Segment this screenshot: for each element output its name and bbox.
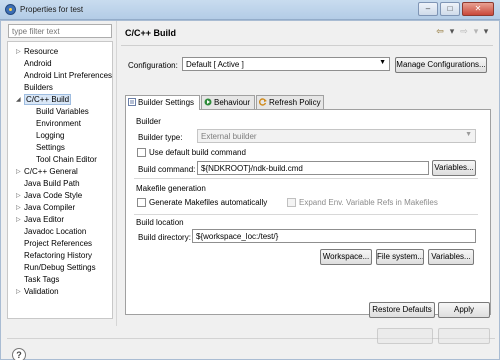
cancel-button[interactable] [438,328,490,344]
expand-arrow-icon[interactable]: ▷ [16,166,21,178]
tab-refresh-policy[interactable]: Refresh Policy [256,95,324,109]
forward-arrow-icon[interactable]: ⇨ [458,26,470,37]
build-directory-input[interactable]: ${workspace_loc:/test/} [192,229,476,243]
build-directory-label: Build directory: [138,233,191,242]
filter-input[interactable] [8,24,112,38]
tree-item-cpp-general[interactable]: ▷ C/C++ General [16,166,78,178]
back-menu-icon[interactable]: ▾ [449,26,455,37]
tab-behaviour[interactable]: Behaviour [201,95,255,109]
tree-item-java-editor[interactable]: ▷ Java Editor [16,214,64,226]
back-arrow-icon[interactable]: ⇦ [434,26,446,37]
build-command-input[interactable]: ${NDKROOT}/ndk-build.cmd [197,161,429,175]
manage-configurations-button[interactable]: Manage Configurations... [395,57,487,73]
expand-arrow-icon[interactable]: ▷ [16,46,21,58]
dropdown-arrow-icon: ▼ [465,131,472,138]
expand-arrow-icon[interactable]: ▷ [16,286,21,298]
collapse-arrow-icon[interactable]: ◢ [16,94,21,106]
builder-variables-button[interactable]: Variables... [432,160,476,176]
tree-item-java-build-path[interactable]: Java Build Path [24,178,80,190]
build-command-value: ${NDKROOT}/ndk-build.cmd [201,164,303,173]
tree-item-android-lint[interactable]: Android Lint Preferences [24,70,112,82]
workspace-button[interactable]: Workspace... [320,249,372,265]
tree-item-project-references[interactable]: Project References [24,238,92,250]
maximize-button[interactable]: □ [440,2,460,16]
location-variables-button[interactable]: Variables... [428,249,474,265]
group-separator [134,214,478,215]
tree-item-builders[interactable]: Builders [24,82,53,94]
tree-item-build-variables[interactable]: Build Variables [36,106,89,118]
makefile-section-title: Makefile generation [136,184,206,193]
expand-arrow-icon[interactable]: ▷ [16,202,21,214]
view-menu-icon[interactable]: ▾ [482,26,490,37]
forward-menu-icon[interactable]: ▾ [473,26,479,37]
tree-item-java-code-style[interactable]: ▷ Java Code Style [16,190,82,202]
tree-item-cpp-build[interactable]: ◢ C/C++ Build [16,94,72,106]
tree-item-refactoring-history[interactable]: Refactoring History [24,250,92,262]
use-default-command-label: Use default build command [149,148,246,157]
window-controls: – □ ✕ [418,2,494,16]
minimize-button[interactable]: – [418,2,438,16]
builder-type-value: External builder [201,132,257,141]
expand-arrow-icon[interactable]: ▷ [16,190,21,202]
tree-item-environment[interactable]: Environment [36,118,81,130]
window-title: Properties for test [20,5,84,14]
property-page-tree: ▷ Resource Android Android Lint Preferenc… [7,41,113,319]
tree-item-java-compiler[interactable]: ▷ Java Compiler [16,202,75,214]
tree-item-run-debug-settings[interactable]: Run/Debug Settings [24,262,96,274]
configuration-select[interactable]: Default [ Active ] ▼ [182,57,390,71]
expand-env-vars-checkbox[interactable] [287,198,296,207]
file-system-button[interactable]: File system... [376,249,424,265]
build-command-label: Build command: [138,165,196,174]
generate-makefiles-label: Generate Makefiles automatically [149,198,268,207]
tree-item-settings[interactable]: Settings [36,142,65,154]
help-icon[interactable]: ? [12,348,26,360]
configuration-value: Default [ Active ] [186,60,244,69]
ok-button[interactable] [377,328,433,344]
tab-builder-settings[interactable]: Builder Settings [125,95,200,110]
group-separator [134,178,478,179]
tree-item-logging[interactable]: Logging [36,130,64,142]
configuration-label: Configuration: [128,61,178,70]
tree-item-tool-chain-editor[interactable]: Tool Chain Editor [36,154,97,166]
pane-splitter[interactable] [116,21,117,326]
builder-type-select: External builder ▼ [197,129,476,143]
close-window-button[interactable]: ✕ [462,2,494,16]
build-location-section-title: Build location [136,218,184,227]
page-title: C/C++ Build [125,28,177,38]
dropdown-arrow-icon: ▼ [379,59,386,66]
tree-item-validation[interactable]: ▷ Validation [16,286,59,298]
build-directory-value: ${workspace_loc:/test/} [196,232,279,241]
tree-item-task-tags[interactable]: Task Tags [24,274,59,286]
refresh-icon [259,98,267,106]
builder-settings-icon [128,98,136,106]
page-navigation: ⇦ ▾ ⇨ ▾ ▾ [434,26,490,37]
behaviour-icon [204,98,212,106]
window-titlebar: Properties for test – □ ✕ [0,0,500,20]
tree-item-resource[interactable]: ▷ Resource [16,46,58,58]
tree-item-javadoc-location[interactable]: Javadoc Location [24,226,86,238]
apply-button[interactable]: Apply [438,302,490,318]
builder-section-title: Builder [136,117,161,126]
tree-item-android[interactable]: Android [24,58,52,70]
expand-env-vars-label: Expand Env. Variable Refs in Makefiles [299,198,438,207]
dialog-client-area: ▷Resource Android Android Lint Preferenc… [0,20,500,360]
eclipse-app-icon [5,4,16,15]
expand-arrow-icon[interactable]: ▷ [16,214,21,226]
restore-defaults-button[interactable]: Restore Defaults [369,302,435,318]
title-separator [121,45,493,46]
generate-makefiles-checkbox[interactable] [137,198,146,207]
builder-type-label: Builder type: [138,133,183,142]
use-default-command-checkbox[interactable] [137,148,146,157]
